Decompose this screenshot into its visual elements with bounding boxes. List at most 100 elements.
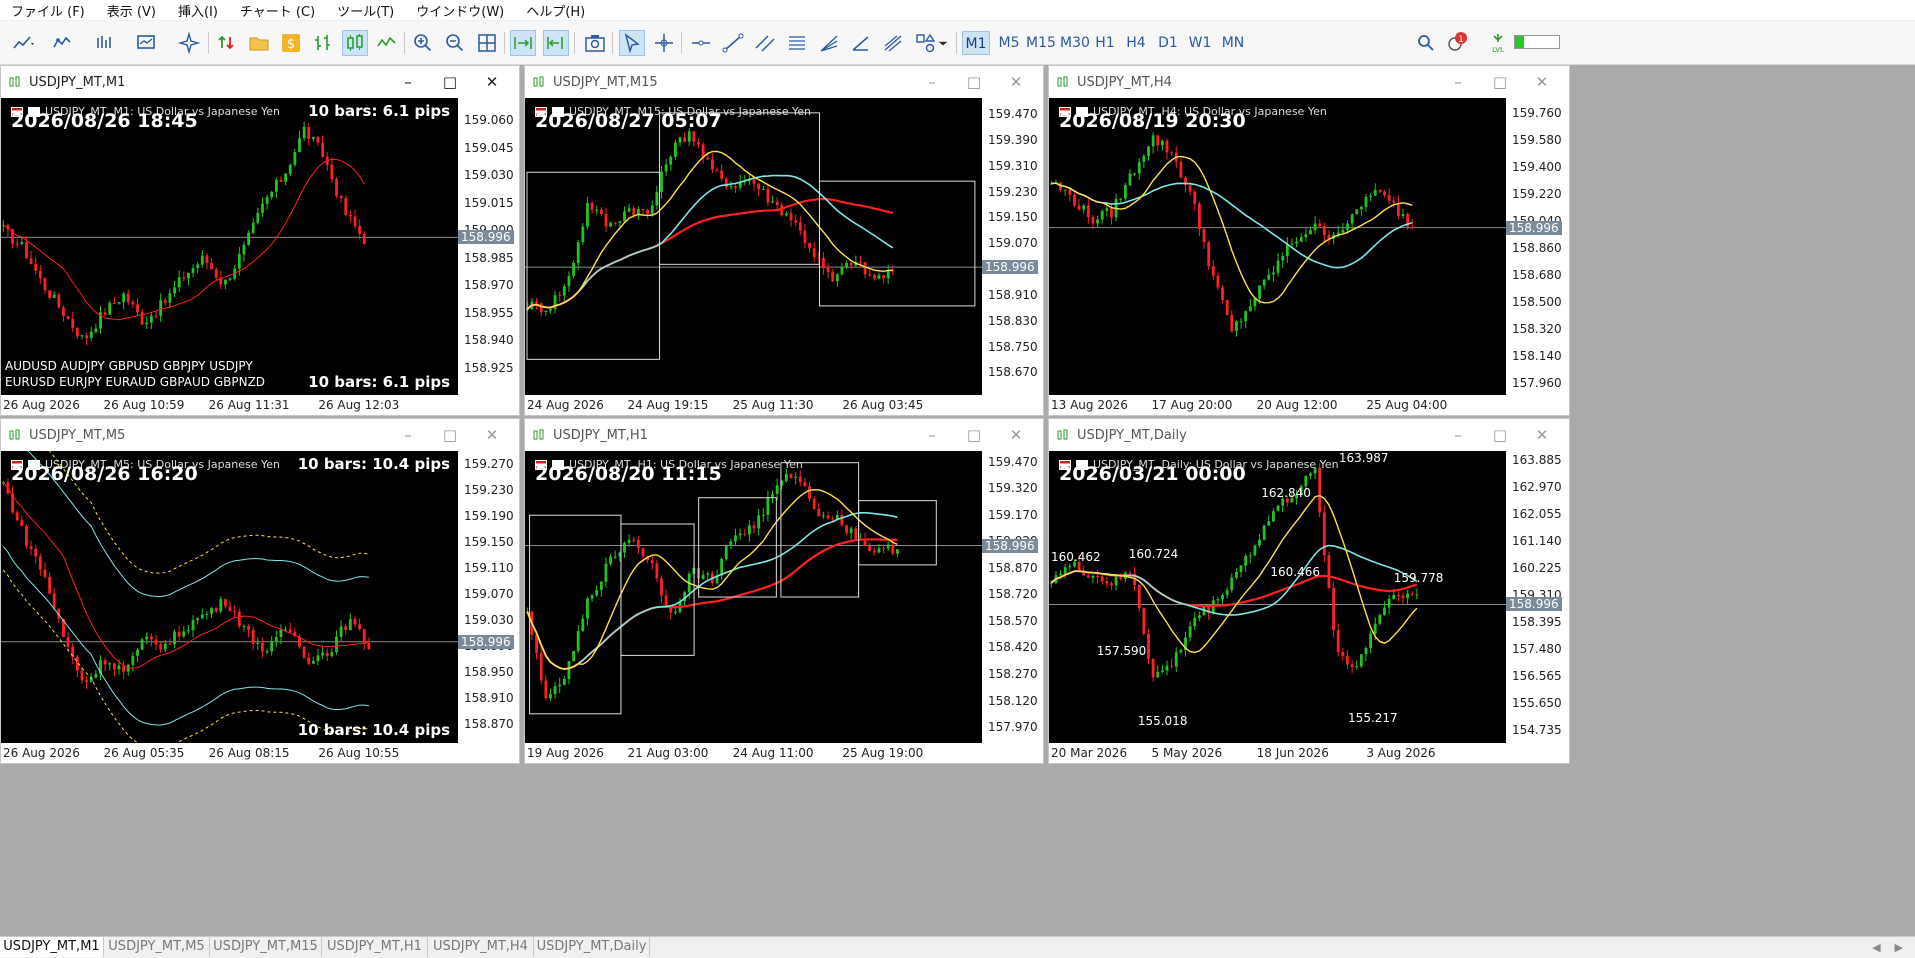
maximize-icon[interactable]: □ — [1479, 73, 1521, 91]
chart-window-titlebar[interactable]: USDJPY_MT,H4 – □ ✕ — [1049, 66, 1569, 98]
fan-icon[interactable] — [816, 30, 842, 56]
minimize-icon[interactable]: – — [911, 426, 953, 444]
menu-file[interactable]: ファイル (F) — [0, 1, 96, 20]
crosshair-icon[interactable] — [651, 30, 677, 56]
timeframe-m5[interactable]: M5 — [994, 31, 1024, 55]
sparkle-icon[interactable] — [176, 30, 202, 56]
chart-window[interactable]: USDJPY_MT,H1 – □ ✕ USDJPY_MT, H1: US Dollar … — [524, 418, 1044, 764]
search-icon[interactable] — [1413, 30, 1439, 56]
fibonacci-icon[interactable] — [784, 30, 810, 56]
close-icon[interactable]: ✕ — [995, 73, 1037, 91]
chevron-right-icon[interactable]: ▶ — [1895, 937, 1903, 958]
chart-window[interactable]: USDJPY_MT,Daily – □ ✕ USDJPY_MT, Daily: US D… — [1048, 418, 1570, 764]
folder-icon[interactable] — [246, 30, 272, 56]
bars-icon[interactable] — [310, 30, 336, 56]
price-axis[interactable]: 159.760159.580159.400159.220159.040158.8… — [1506, 98, 1569, 395]
time-axis[interactable]: 19 Aug 2026 21 Aug 03:00 24 Aug 11:00 25 Au… — [525, 743, 982, 763]
tab-usdjpy-m1[interactable]: USDJPY_MT,M1 — [0, 937, 104, 957]
price-axis[interactable]: 159.060159.045159.030159.015159.000158.9… — [458, 98, 519, 395]
zoom-in-icon[interactable] — [410, 30, 436, 56]
line-chart-icon[interactable] — [10, 30, 36, 56]
chart-plot-area[interactable]: USDJPY_MT, M5: US Dollar vs Japanese Yen… — [1, 451, 458, 743]
menu-tools[interactable]: ツール(T) — [326, 1, 405, 20]
candlestick-icon[interactable] — [342, 30, 368, 56]
price-axis[interactable]: 159.270 159.230 159.190 159.150 159.110 159.0… — [458, 451, 519, 743]
tab-usdjpy-h1[interactable]: USDJPY_MT,H1 — [322, 937, 428, 957]
maximize-icon[interactable]: □ — [1479, 426, 1521, 444]
tab-usdjpy-m5[interactable]: USDJPY_MT,M5 — [104, 937, 210, 957]
price-axis[interactable]: 163.885 162.970 162.055 161.140 160.225 159.3… — [1506, 451, 1569, 743]
maximize-icon[interactable]: □ — [429, 426, 471, 444]
timeframe-m1[interactable]: M1 — [962, 31, 990, 55]
timeframe-m30[interactable]: M30 — [1058, 31, 1092, 55]
timeframe-w1[interactable]: W1 — [1186, 31, 1214, 55]
chart-shift-icon[interactable] — [543, 30, 569, 56]
screenshot-icon[interactable] — [582, 30, 608, 56]
close-icon[interactable]: ✕ — [1521, 73, 1563, 91]
chart-window-titlebar[interactable]: USDJPY_MT,M1 – □ ✕ — [1, 66, 519, 98]
chart-window-titlebar[interactable]: USDJPY_MT,M5 – □ ✕ — [1, 419, 519, 451]
menu-chart[interactable]: チャート (C) — [229, 1, 326, 20]
time-axis[interactable]: 26 Aug 2026 26 Aug 05:35 26 Aug 08:15 26 Au… — [1, 743, 458, 763]
menu-window[interactable]: ウインドウ(W) — [405, 1, 515, 20]
bar-chart-type-icon[interactable] — [92, 30, 118, 56]
close-icon[interactable]: ✕ — [471, 426, 513, 444]
chart-window-titlebar[interactable]: USDJPY_MT,Daily – □ ✕ — [1049, 419, 1569, 451]
tab-usdjpy-h4[interactable]: USDJPY_MT,H4 — [428, 937, 534, 957]
chevron-left-icon[interactable]: ◀ — [1872, 937, 1880, 958]
tile-windows-icon[interactable] — [474, 30, 500, 56]
timeframe-mn[interactable]: MN — [1218, 31, 1248, 55]
line-wave-icon[interactable] — [374, 30, 400, 56]
indicators-icon[interactable] — [50, 30, 76, 56]
chart-window-titlebar[interactable]: USDJPY_MT,M15 – □ ✕ — [525, 66, 1043, 98]
chart-plot-area[interactable]: USDJPY_MT, M15: US Dollar vs Japanese Ye… — [525, 98, 982, 395]
menu-view[interactable]: 表示 (V) — [96, 1, 167, 20]
menu-help[interactable]: ヘルプ(H) — [515, 1, 596, 20]
timeframe-d1[interactable]: D1 — [1154, 31, 1182, 55]
chart-plot-area[interactable]: USDJPY_MT, H1: US Dollar vs Japanese Yen… — [525, 451, 982, 743]
time-axis[interactable]: 24 Aug 2026 24 Aug 19:15 25 Aug 11:30 26 Au… — [525, 395, 982, 415]
close-icon[interactable]: ✕ — [995, 426, 1037, 444]
cursor-icon[interactable] — [619, 30, 645, 56]
time-axis[interactable]: 13 Aug 2026 17 Aug 20:00 20 Aug 12:00 25 Au… — [1049, 395, 1506, 415]
close-icon[interactable]: ✕ — [1521, 426, 1563, 444]
tab-usdjpy-m15[interactable]: USDJPY_MT,M15 — [210, 937, 322, 957]
template-icon[interactable] — [134, 30, 160, 56]
maximize-icon[interactable]: □ — [953, 426, 995, 444]
price-axis[interactable]: 159.470 159.390 159.310 159.230 159.150 159.0… — [982, 98, 1043, 395]
chart-window[interactable]: USDJPY_MT,H4 – □ ✕ USDJPY_MT, H4: US Dollar … — [1048, 65, 1570, 416]
angle-line-icon[interactable] — [848, 30, 874, 56]
chart-window[interactable]: USDJPY_MT,M15 – □ ✕ USDJPY_MT, M15: US Dolla… — [524, 65, 1044, 416]
chart-plot-area[interactable]: USDJPY_MT, M1: US Dollar vs Japanese Yen… — [1, 98, 458, 395]
timeframe-h1[interactable]: H1 — [1092, 31, 1118, 55]
pair-buttons-row1[interactable]: AUDUSD AUDJPY GBPUSD GBPJPY USDJPY — [5, 359, 253, 373]
tab-scroll-arrows[interactable]: ◀ ▶ — [1872, 937, 1903, 958]
minimize-icon[interactable]: – — [1437, 426, 1479, 444]
chart-window-titlebar[interactable]: USDJPY_MT,H1 – □ ✕ — [525, 419, 1043, 451]
chevron-down-icon[interactable] — [936, 30, 950, 56]
auto-scroll-icon[interactable] — [510, 30, 536, 56]
new-order-icon[interactable] — [214, 30, 240, 56]
timeframe-h4[interactable]: H4 — [1122, 31, 1150, 55]
chart-plot-area[interactable]: USDJPY_MT, Daily: US Dollar vs Japanese … — [1049, 451, 1506, 743]
notification-icon[interactable]: 1 — [1444, 30, 1470, 56]
horizontal-line-icon[interactable] — [688, 30, 714, 56]
trendline-icon[interactable] — [720, 30, 746, 56]
minimize-icon[interactable]: – — [387, 426, 429, 444]
channel-icon[interactable] — [752, 30, 778, 56]
maximize-icon[interactable]: □ — [953, 73, 995, 91]
chart-window[interactable]: USDJPY_MT,M5 – □ ✕ USDJPY_MT, M5: US Dollar … — [0, 418, 520, 764]
close-icon[interactable]: ✕ — [471, 73, 513, 91]
dollar-icon[interactable]: $ — [278, 30, 304, 56]
minimize-icon[interactable]: – — [911, 73, 953, 91]
chart-window[interactable]: USDJPY_MT,M1 – □ ✕ USDJPY_MT, M1: US Dollar … — [0, 65, 520, 416]
price-axis[interactable]: 159.470159.320159.170159.020158.870158.7… — [982, 451, 1043, 743]
pitchfork-icon[interactable] — [880, 30, 906, 56]
chart-plot-area[interactable]: USDJPY_MT, H4: US Dollar vs Japanese Yen… — [1049, 98, 1506, 395]
zoom-out-icon[interactable] — [442, 30, 468, 56]
pair-buttons-row2[interactable]: EURUSD EURJPY EURAUD GBPAUD GBPNZD — [5, 375, 265, 389]
tab-usdjpy-daily[interactable]: USDJPY_MT,Daily — [534, 937, 650, 957]
signal-icon[interactable]: LVL — [1486, 30, 1510, 56]
maximize-icon[interactable]: □ — [429, 73, 471, 91]
minimize-icon[interactable]: – — [1437, 73, 1479, 91]
